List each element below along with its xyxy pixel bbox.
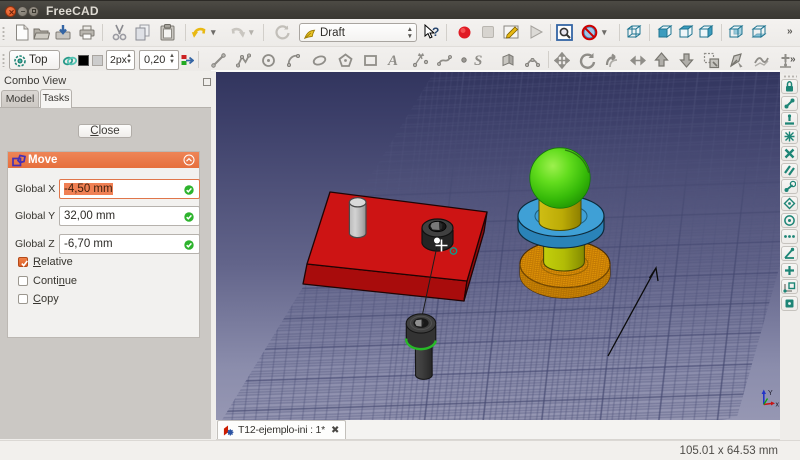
svg-text:?: ? <box>432 25 439 39</box>
svg-text:Y: Y <box>768 390 773 397</box>
svg-text:x: x <box>776 402 780 409</box>
